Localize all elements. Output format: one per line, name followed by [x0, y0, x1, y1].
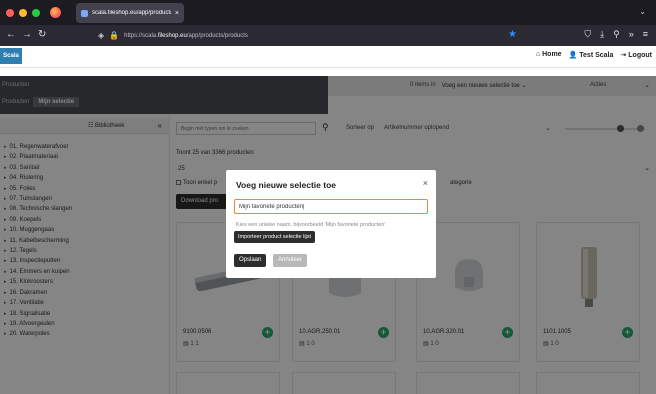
cancel-button[interactable]: Annuleer [273, 254, 308, 267]
tab-close-icon[interactable]: × [175, 10, 179, 17]
bookmark-star-icon[interactable]: ★ [508, 29, 517, 40]
scala-logo[interactable]: Scala [0, 48, 22, 64]
import-selection-button[interactable]: Importeer product selectie lijst [234, 231, 316, 243]
firefox-icon [50, 7, 61, 18]
app-header: Scala ⌂ Home 👤 Test Scala ⇥ Logout [0, 46, 656, 68]
close-icon[interactable]: × [423, 178, 428, 188]
pocket-icon[interactable]: ⛉ [584, 29, 591, 40]
header-links: ⌂ Home 👤 Test Scala ⇥ Logout [536, 51, 652, 59]
forward-arrow-icon[interactable]: → [22, 29, 32, 41]
browser-tab[interactable]: scala.fileshop.eu/app/product/... × [76, 3, 184, 23]
logout-link[interactable]: ⇥ Logout [620, 51, 652, 59]
user-icon: 👤 [568, 52, 578, 59]
favicon-icon [81, 9, 88, 17]
url-text: https://scala.fileshop.eu/app/products/p… [124, 32, 248, 39]
logout-icon: ⇥ [620, 52, 627, 59]
menu-icon[interactable]: ≡ [643, 29, 648, 40]
maximize-window-button[interactable] [32, 9, 40, 17]
browser-nav-bar: ← → ↻ ◈ 🔒 https://scala.fileshop.eu/app/… [0, 25, 656, 46]
dialog-title: Voeg nieuwe selectie toe [236, 180, 336, 190]
back-arrow-icon[interactable]: ← [6, 29, 16, 41]
browser-tab-bar: scala.fileshop.eu/app/product/... × ⌄ [0, 0, 656, 25]
reload-icon[interactable]: ↻ [38, 29, 46, 41]
downloads-icon[interactable]: ⤓ [600, 29, 604, 40]
selection-name-input[interactable] [234, 199, 428, 214]
window-controls [6, 9, 40, 17]
new-selection-dialog: Voeg nieuwe selectie toe × Kies een unie… [226, 170, 436, 278]
shield-icon: ◈ [98, 31, 105, 40]
tab-list-chevron-icon[interactable]: ⌄ [639, 7, 646, 16]
address-bar[interactable]: ◈ 🔒 https://scala.fileshop.eu/app/produc… [98, 28, 538, 43]
input-hint: Kies een unieke naam, bijvoorbeeld 'Mijn… [236, 222, 386, 228]
tab-title: scala.fileshop.eu/app/product/... [92, 10, 171, 16]
user-link[interactable]: 👤 Test Scala [569, 51, 614, 59]
save-button[interactable]: Opslaan [234, 254, 267, 267]
close-window-button[interactable] [6, 9, 14, 17]
minimize-window-button[interactable] [19, 9, 27, 17]
lock-icon: 🔒 [109, 31, 120, 40]
overflow-icon[interactable]: » [629, 29, 634, 40]
extensions-icon[interactable]: ⚲ [613, 29, 620, 40]
home-link[interactable]: ⌂ Home [536, 51, 562, 59]
browser-toolbar-right: ⛉ ⤓ ⚲ » ≡ [584, 29, 648, 40]
home-icon: ⌂ [535, 51, 541, 58]
